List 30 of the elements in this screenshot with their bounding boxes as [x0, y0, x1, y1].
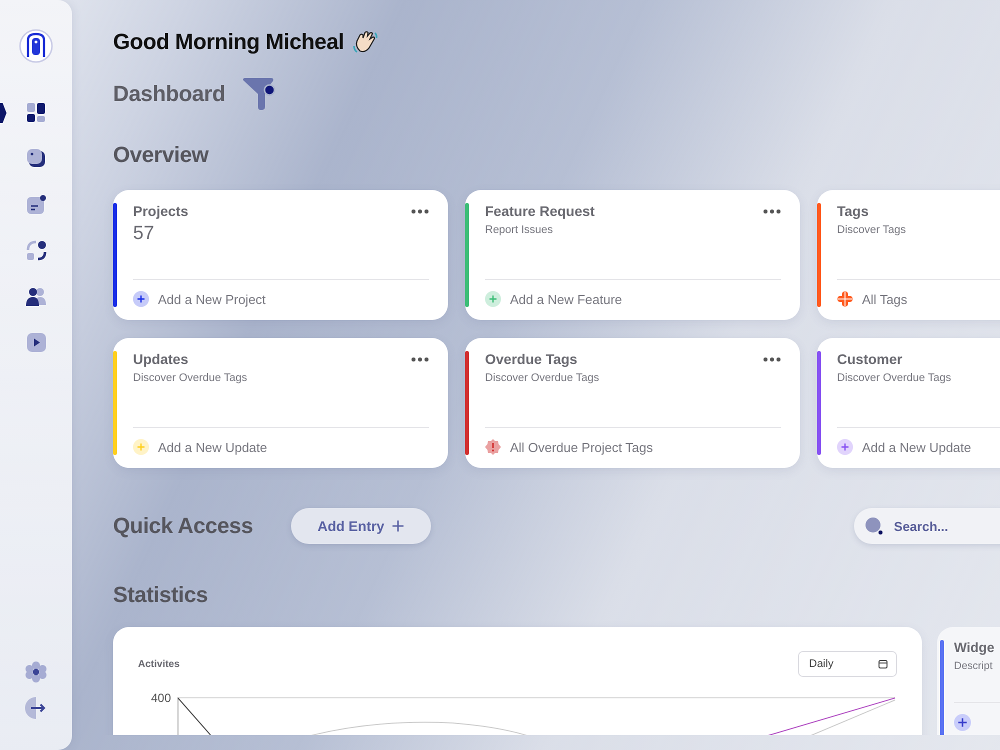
card-title: Feature Request — [485, 203, 595, 219]
search-field[interactable]: Search... — [854, 508, 1000, 544]
card-action-link[interactable]: Add a New Feature — [485, 291, 622, 307]
card-action-link[interactable]: Add a New Project — [133, 291, 266, 307]
card-subtitle: Report Issues — [485, 224, 554, 236]
card-subtitle: Discover Overdue Tags — [485, 372, 600, 384]
card-subtitle: Discover Overdue Tags — [133, 372, 248, 384]
card-subtitle: Discover Tags — [837, 224, 907, 236]
axis-tick-label: 400 — [150, 691, 171, 705]
card-title: Tags — [837, 203, 869, 219]
section-title: Statistics — [113, 582, 209, 609]
card-subtitle: Discover Overdue Tags — [837, 372, 952, 384]
card-action-link[interactable]: All Overdue Project Tags — [485, 439, 653, 455]
card-title: Projects — [133, 203, 188, 219]
card-action-link[interactable]: Add a New Update — [133, 439, 268, 455]
card-title: Overdue Tags — [485, 351, 578, 367]
add-entry-button[interactable]: Add Entry — [290, 508, 431, 544]
card-title: Updates — [133, 351, 188, 367]
chart-title: Activites — [138, 658, 180, 670]
greeting: Good Morning Micheal — [113, 29, 344, 55]
section-title: Overview — [113, 142, 210, 169]
range-dropdown[interactable]: Daily — [798, 651, 897, 677]
card-action-link[interactable]: All Tags — [837, 291, 908, 307]
section-title: Quick Access — [113, 513, 253, 539]
card-title: Widge — [954, 640, 996, 655]
card-action-link[interactable]: Add a New Update — [837, 439, 972, 455]
page-title: Dashboard — [113, 81, 226, 107]
card-title: Customer — [837, 351, 902, 367]
card-value: 57 — [133, 223, 156, 245]
card-subtitle: Descript — [954, 660, 994, 672]
